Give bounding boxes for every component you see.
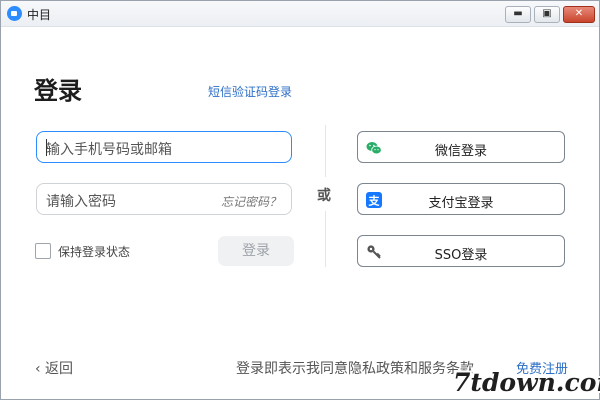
password-input[interactable]: 请输入密码 忘记密码？ [36, 183, 292, 215]
account-input[interactable]: 输入手机号码或邮箱 [36, 131, 292, 163]
or-label: 或 [317, 188, 331, 204]
divider-bottom [325, 211, 326, 267]
alipay-login-label: 支付宝登录 [428, 196, 494, 211]
sms-login-link[interactable]: 短信验证码登录 [208, 83, 292, 100]
wechat-login-button[interactable]: 微信登录 [357, 131, 565, 163]
window-title: 中目 [27, 8, 52, 22]
account-placeholder: 输入手机号码或邮箱 [46, 142, 172, 158]
password-placeholder: 请输入密码 [46, 194, 116, 210]
divider-top [325, 125, 326, 177]
terms-text[interactable]: 登录即表示我同意隐私政策和服务条款 [236, 358, 474, 378]
remember-label[interactable]: 保持登录状态 [58, 243, 130, 260]
forgot-password-link[interactable]: 忘记密码？ [221, 193, 281, 210]
app-logo-icon [7, 6, 22, 21]
login-button[interactable]: 登录 [218, 236, 294, 266]
close-button[interactable]: ✕ [563, 6, 595, 23]
sso-login-label: SSO登录 [434, 248, 488, 263]
back-link[interactable]: ‹ 返回 [35, 358, 73, 378]
login-window: 中目 ▬ ▣ ✕ 登录 短信验证码登录 输入手机号码或邮箱 请输入密码 忘记密码… [0, 0, 600, 400]
maximize-button[interactable]: ▣ [534, 6, 560, 23]
remember-checkbox[interactable] [35, 243, 51, 259]
sso-login-button[interactable]: SSO登录 [357, 235, 565, 267]
minimize-button[interactable]: ▬ [505, 6, 531, 23]
title-bar[interactable]: 中目 ▬ ▣ ✕ [1, 1, 599, 27]
watermark-logo: 7tdown.com [453, 368, 600, 397]
wechat-login-label: 微信登录 [434, 144, 487, 159]
page-title: 登录 [34, 77, 82, 105]
alipay-login-button[interactable]: 支 支付宝登录 [357, 183, 565, 215]
